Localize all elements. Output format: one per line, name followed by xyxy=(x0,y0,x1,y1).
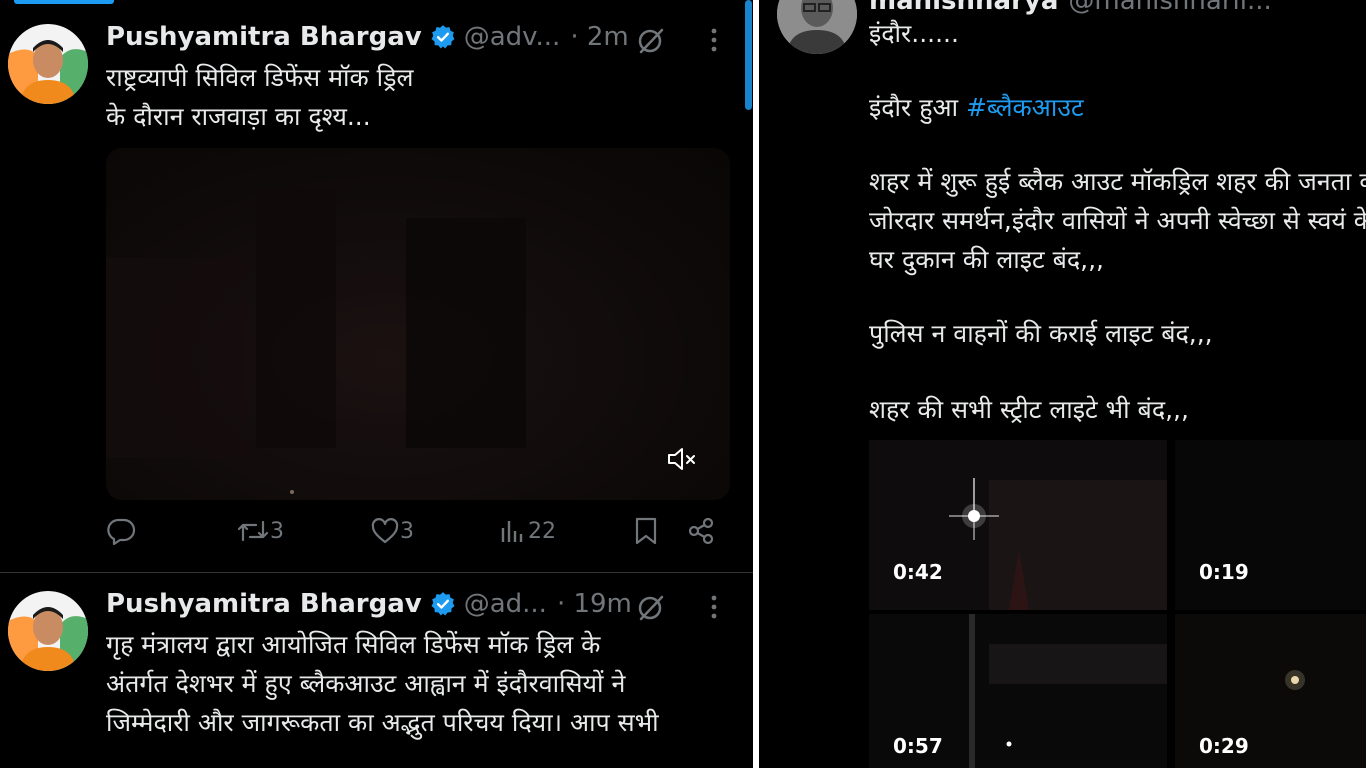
like-count: 3 xyxy=(400,518,414,544)
right-screenshot-panel: manishnarya @manishnarii... इंदौर...... इ… xyxy=(759,0,1366,768)
author-name[interactable]: Pushyamitra Bhargav xyxy=(106,22,422,52)
repost-button[interactable]: 3 xyxy=(236,516,284,546)
tweet-text: गृह मंत्रालय द्वारा आयोजित सिविल डिफेंस … xyxy=(106,625,659,742)
verified-badge-icon xyxy=(431,592,455,616)
tweet-text-line: गृह मंत्रालय द्वारा आयोजित सिविल डिफेंस … xyxy=(106,630,601,659)
video-thumbnail[interactable]: 0:57 xyxy=(869,614,1167,768)
tweet-text-line: इंदौर हुआ #ब्लैकआउट xyxy=(869,88,1084,127)
tweet-text-line: शहर में शुरू हुई ब्लैक आउट मॉकड्रिल शहर … xyxy=(869,167,1366,196)
reply-icon xyxy=(107,518,136,546)
bookmark-button[interactable] xyxy=(632,516,660,546)
timestamp[interactable]: · 2m xyxy=(570,22,628,52)
mute-icon[interactable] xyxy=(666,446,698,472)
video-thumbnail[interactable]: 0:42 xyxy=(869,440,1167,610)
video-player[interactable] xyxy=(106,148,730,500)
tweet-text-line: राष्ट्रव्यापी सिविल डिफेंस मॉक ड्रिल xyxy=(106,63,414,92)
video-thumbnail[interactable]: 0:19 xyxy=(1175,440,1366,610)
author-handle[interactable]: @manishnarii... xyxy=(1068,0,1271,16)
tweet-text-line: अंतर्गत देशभर में हुए ब्लैकआउट आह्वान मे… xyxy=(106,669,626,698)
video-duration: 0:19 xyxy=(1199,560,1249,584)
star-light-glare xyxy=(949,478,1167,610)
grok-icon[interactable] xyxy=(635,26,665,56)
avatar[interactable] xyxy=(8,591,88,671)
author-handle[interactable]: @adv... xyxy=(464,22,561,52)
avatar[interactable] xyxy=(777,0,857,54)
tweet-text-line: इंदौर...... xyxy=(869,19,959,48)
tweet-text-line: घर दुकान की लाइट बंद,,, xyxy=(869,245,1104,274)
hashtag-link[interactable]: #ब्लैकआउट xyxy=(966,93,1084,122)
tweet-text-line: पुलिस न वाहनों की कराई लाइट बंद,,, xyxy=(869,319,1213,348)
tweet-text-line: जिम्मेदारी और जागरूकता का अद्भुत परिचय द… xyxy=(106,708,659,737)
share-icon xyxy=(688,517,714,545)
avatar[interactable] xyxy=(8,24,88,104)
video-duration: 0:42 xyxy=(893,560,943,584)
tweet-text-line: जोरदार समर्थन,इंदौर वासियों ने अपनी स्वे… xyxy=(869,206,1366,235)
reply-button[interactable] xyxy=(106,516,136,546)
tweet-header: Pushyamitra Bhargav @adv... · 2m xyxy=(106,22,629,52)
timestamp[interactable]: · 19m xyxy=(557,589,632,619)
grok-icon[interactable] xyxy=(635,593,665,623)
video-duration: 0:57 xyxy=(893,734,943,758)
share-button[interactable] xyxy=(686,516,716,546)
tweet-text: राष्ट्रव्यापी सिविल डिफेंस मॉक ड्रिल के … xyxy=(106,58,413,136)
repost-count: 3 xyxy=(270,518,284,544)
left-screenshot-panel: Pushyamitra Bhargav @adv... · 2m राष्ट्र… xyxy=(0,0,753,768)
text-prefix: इंदौर हुआ xyxy=(869,93,966,122)
more-icon[interactable] xyxy=(710,594,718,620)
more-icon[interactable] xyxy=(710,27,718,53)
tweet-2[interactable]: Pushyamitra Bhargav @ad... · 19m गृह मंत… xyxy=(0,573,753,768)
author-name[interactable]: Pushyamitra Bhargav xyxy=(106,589,422,619)
bookmark-icon xyxy=(635,517,657,545)
video-thumbnail[interactable]: 0:29 xyxy=(1175,614,1366,768)
repost-icon xyxy=(237,520,269,542)
tweet-actions: 3 3 22 xyxy=(106,516,726,556)
views-button[interactable]: 22 xyxy=(498,516,556,546)
video-frame xyxy=(106,188,526,494)
video-duration: 0:29 xyxy=(1199,734,1249,758)
views-count: 22 xyxy=(528,518,556,544)
like-button[interactable]: 3 xyxy=(370,516,414,546)
tweet-1[interactable]: Pushyamitra Bhargav @adv... · 2m राष्ट्र… xyxy=(0,0,753,572)
video-grid: 0:42 0:19 0:57 0:29 xyxy=(869,440,1366,768)
views-icon xyxy=(501,521,523,542)
verified-badge-icon xyxy=(431,25,455,49)
tweet-text-line: के दौरान राजवाड़ा का दृश्य... xyxy=(106,102,371,131)
like-icon xyxy=(371,518,399,544)
tweet-text-line: शहर की सभी स्ट्रीट लाइटे भी बंद,,, xyxy=(869,395,1189,424)
author-handle[interactable]: @ad... xyxy=(464,589,547,619)
tweet-header: Pushyamitra Bhargav @ad... · 19m xyxy=(106,589,632,619)
